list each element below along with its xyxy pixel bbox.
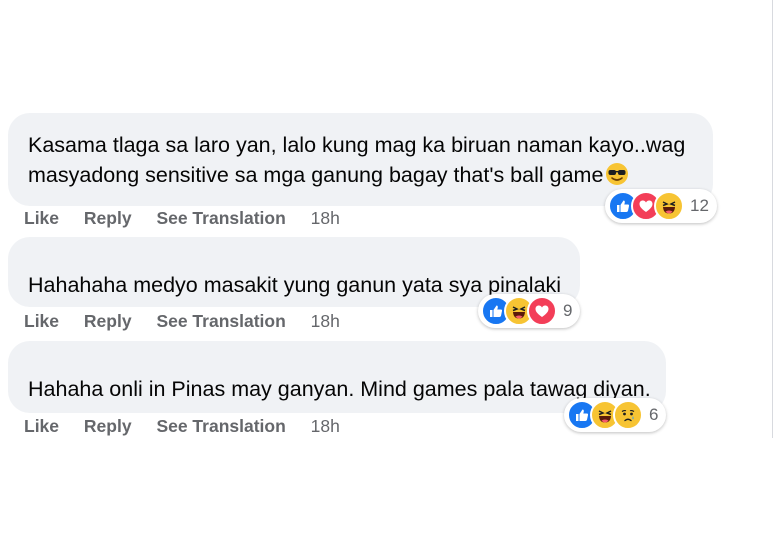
reaction-summary[interactable]: 6	[564, 398, 667, 432]
reaction-count: 12	[690, 196, 709, 215]
comment-actions: Like Reply See Translation 18h	[24, 208, 340, 229]
reaction-summary[interactable]: 12	[605, 189, 717, 223]
love-reaction-icon	[527, 296, 557, 326]
comment-text-line: Hahaha onli in Pinas may ganyan. Mind ga…	[28, 377, 651, 401]
panel-edge-divider	[772, 0, 773, 438]
reply-link[interactable]: Reply	[84, 416, 132, 437]
sad-reaction-icon	[613, 400, 643, 430]
like-link[interactable]: Like	[24, 416, 59, 437]
haha-reaction-icon	[654, 191, 684, 221]
comment-bubble: Kasama tlaga sa laro yan, lalo kung mag …	[8, 113, 713, 206]
comment-text-line: Hahahaha medyo masakit yung ganun yata s…	[28, 273, 562, 297]
see-translation-link[interactable]: See Translation	[156, 416, 285, 437]
reaction-summary[interactable]: 9	[478, 294, 581, 328]
reaction-count: 6	[649, 405, 659, 424]
see-translation-link[interactable]: See Translation	[156, 208, 285, 229]
comment-actions: Like Reply See Translation 18h	[24, 311, 340, 332]
like-link[interactable]: Like	[24, 208, 59, 229]
timestamp[interactable]: 18h	[311, 311, 340, 332]
comment-actions: Like Reply See Translation 18h	[24, 416, 340, 437]
timestamp[interactable]: 18h	[311, 416, 340, 437]
reply-link[interactable]: Reply	[84, 311, 132, 332]
timestamp[interactable]: 18h	[311, 208, 340, 229]
comment-bubble: Hahaha onli in Pinas may ganyan. Mind ga…	[8, 341, 666, 413]
comment-text-line: Kasama tlaga sa laro yan, lalo kung mag …	[28, 133, 686, 157]
reply-link[interactable]: Reply	[84, 208, 132, 229]
comment-text-line: masyadong sensitive sa mga ganung bagay …	[28, 160, 693, 194]
see-translation-link[interactable]: See Translation	[156, 311, 285, 332]
reaction-count: 9	[563, 301, 573, 320]
like-link[interactable]: Like	[24, 311, 59, 332]
